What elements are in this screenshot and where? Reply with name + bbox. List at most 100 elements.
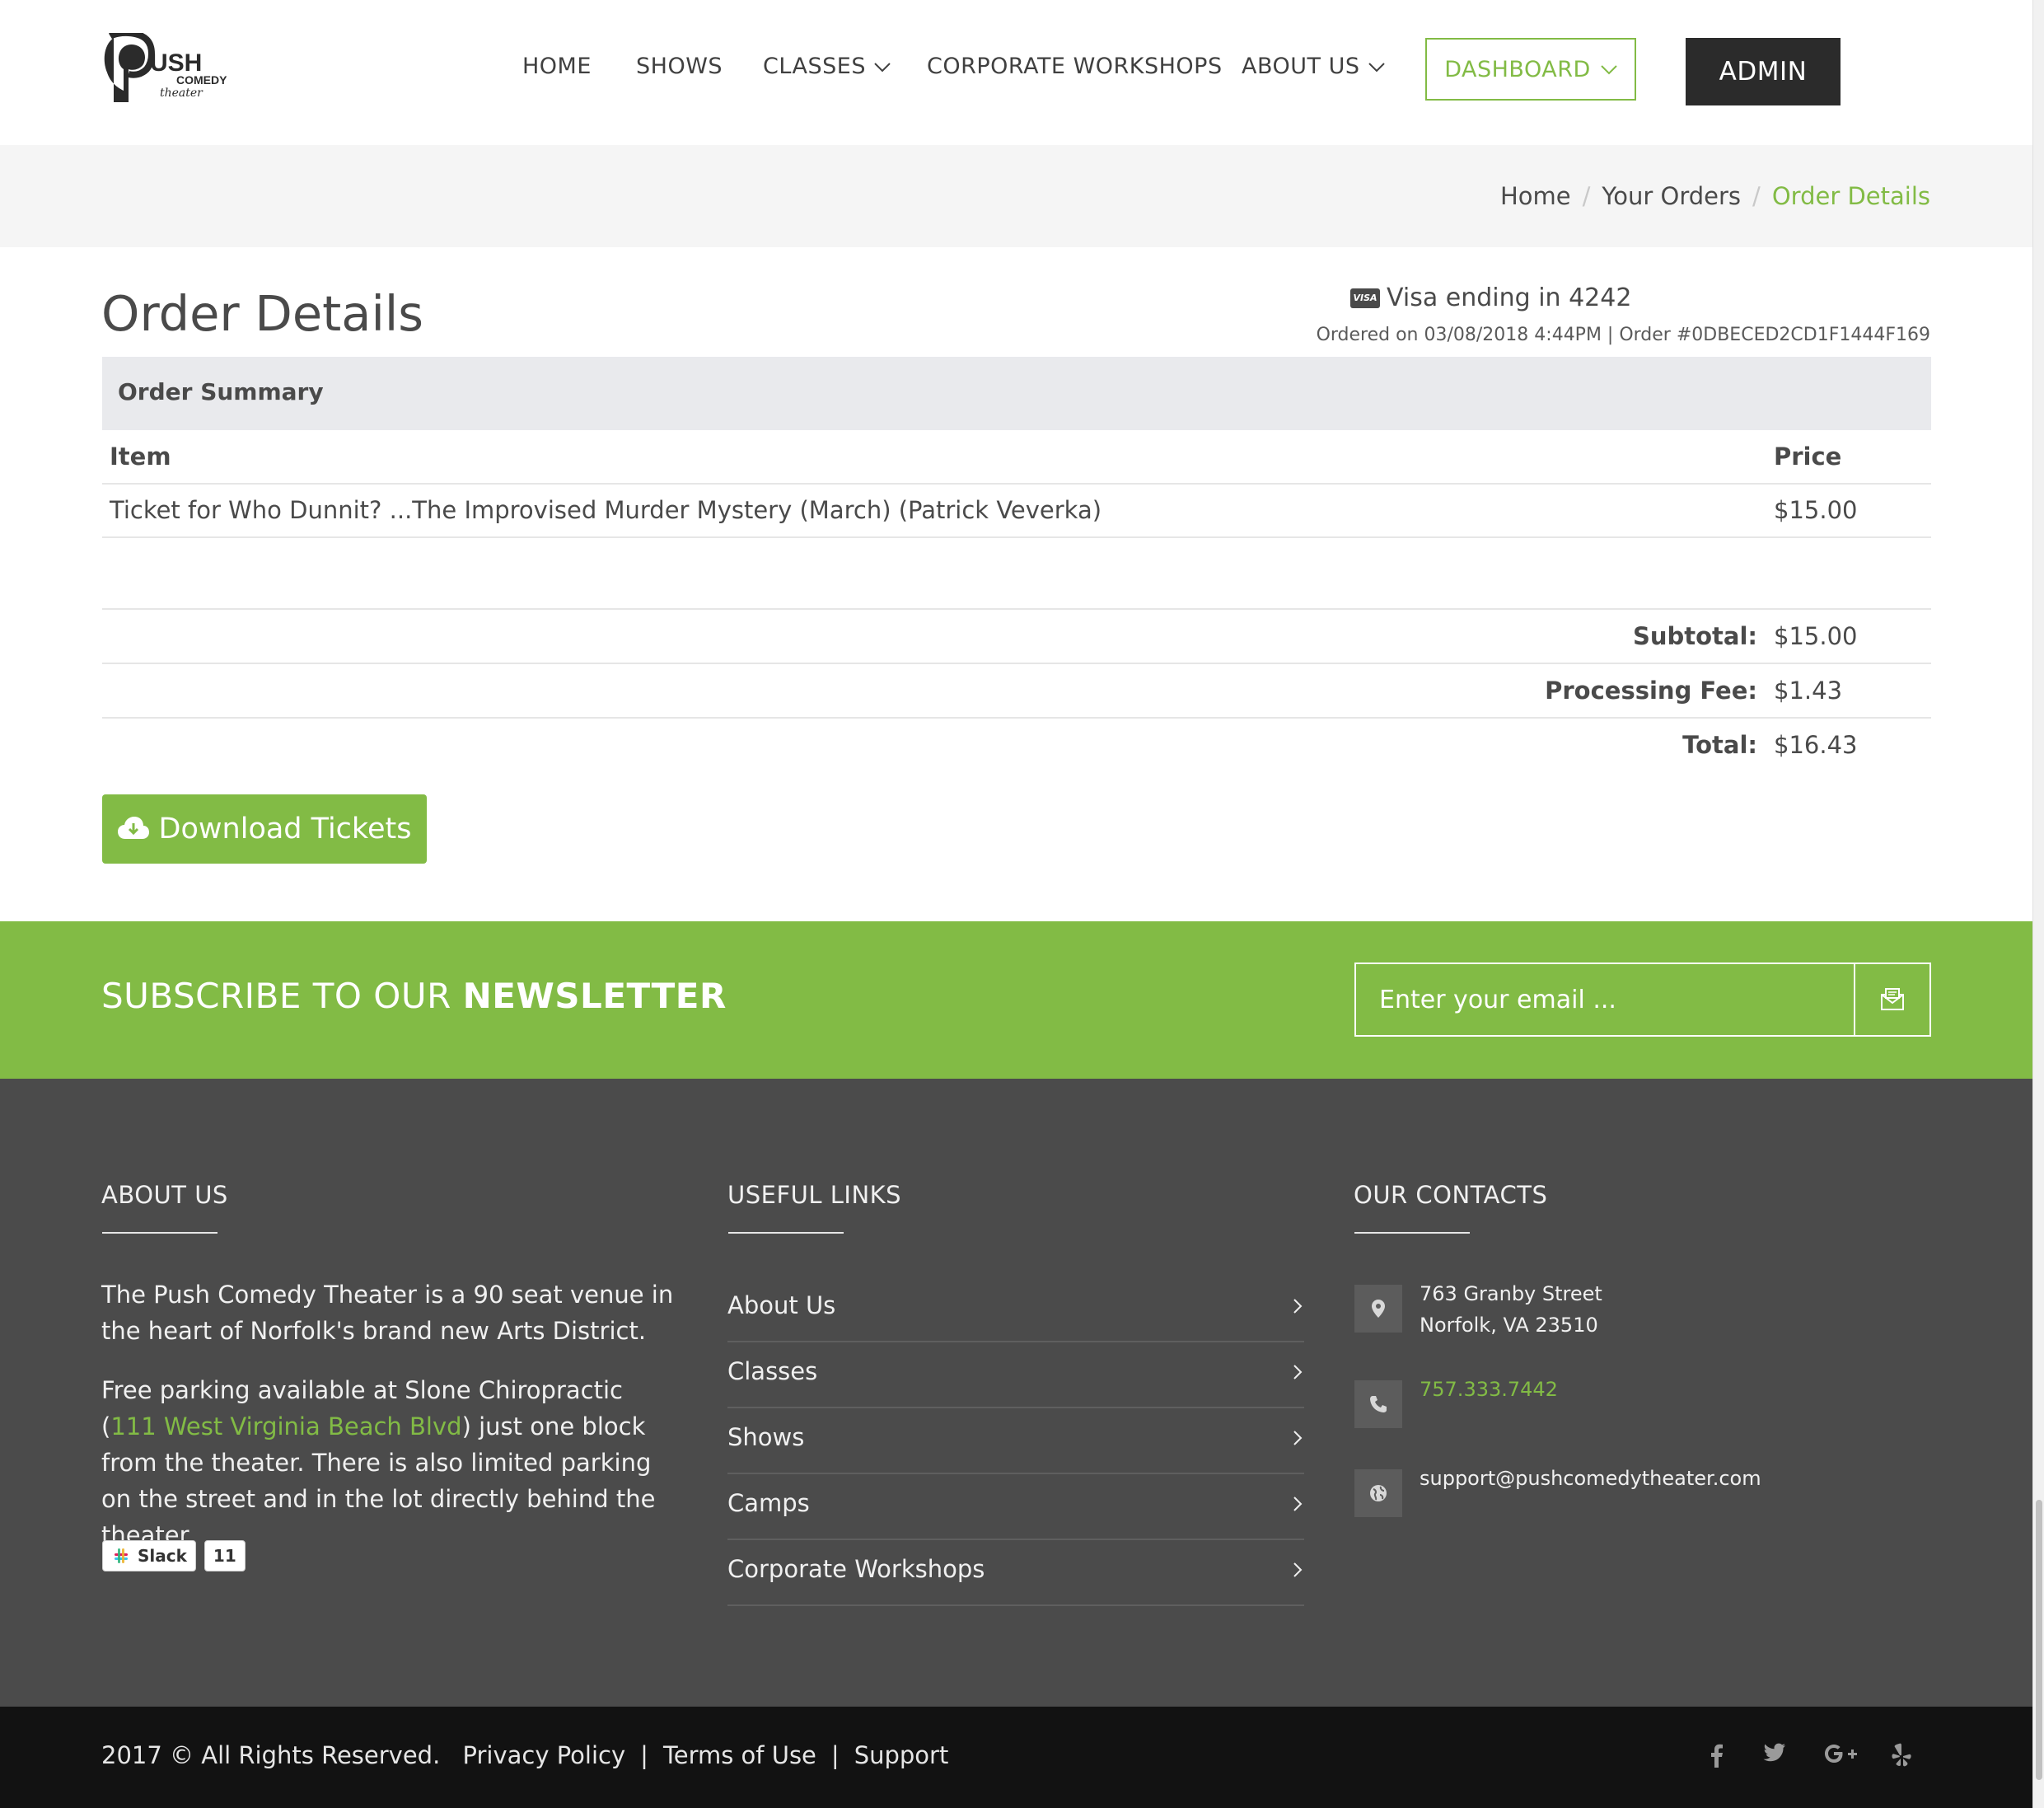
phone-icon	[1354, 1380, 1402, 1428]
subtotal-label: Subtotal:	[1632, 622, 1757, 650]
download-tickets-label: Download Tickets	[158, 813, 412, 845]
breadcrumb: Home / Your Orders / Order Details	[1500, 180, 1930, 213]
support-link[interactable]: Support	[854, 1741, 949, 1769]
nav-home[interactable]: HOME	[522, 53, 592, 81]
facebook-icon[interactable]	[1710, 1743, 1724, 1771]
footer-parking-address-link[interactable]: 111 West Virginia Beach Blvd	[110, 1412, 461, 1440]
order-summary-title: Order Summary	[118, 378, 324, 405]
chevron-down-icon	[1368, 52, 1385, 80]
nav-corporate-workshops[interactable]: CORPORATE WORKSHOPS	[927, 53, 1223, 81]
nav-classes-label: CLASSES	[763, 54, 866, 79]
footer-about-text: The Push Comedy Theater is a 90 seat ven…	[101, 1281, 674, 1345]
footer-title-underline	[728, 1232, 844, 1234]
footer-link-classes[interactable]: Classes	[727, 1342, 1304, 1408]
footer-contacts-title: OUR CONTACTS	[1354, 1181, 1548, 1209]
visa-card-icon: VISA	[1350, 288, 1380, 308]
table-divider	[102, 608, 1931, 610]
chevron-down-icon	[874, 52, 891, 80]
chevron-right-icon	[1293, 1562, 1303, 1581]
nav-shows[interactable]: SHOWS	[636, 53, 723, 81]
newsletter-submit-button[interactable]	[1854, 964, 1929, 1035]
footer-link-shows[interactable]: Shows	[727, 1408, 1304, 1474]
envelope-icon	[1881, 988, 1904, 1010]
slack-icon	[115, 1548, 128, 1563]
breadcrumb-current: Order Details	[1771, 182, 1930, 210]
footer-parking-text: Free parking available at Slone Chiropra…	[101, 1372, 678, 1553]
order-meta: Ordered on 03/08/2018 4:44PM | Order #0D…	[1316, 325, 1930, 345]
terms-of-use-link[interactable]: Terms of Use	[663, 1741, 816, 1769]
bottom-links: 2017 © All Rights Reserved. Privacy Poli…	[101, 1741, 948, 1769]
push-comedy-logo[interactable]: USH COMEDY theater	[102, 29, 227, 102]
chevron-right-icon	[1293, 1364, 1303, 1384]
site-header: USH COMEDY theater HOME SHOWS CLASSES CO…	[0, 0, 2032, 145]
footer-link-camps[interactable]: Camps	[727, 1474, 1304, 1540]
footer-title-underline	[102, 1232, 217, 1234]
page: USH COMEDY theater HOME SHOWS CLASSES CO…	[0, 0, 2044, 1808]
slack-widget[interactable]: Slack 11	[102, 1540, 246, 1571]
dashboard-label: DASHBOARD	[1444, 56, 1591, 82]
nav-about-us[interactable]: ABOUT US	[1242, 53, 1385, 81]
footer-link-label: Camps	[727, 1489, 810, 1517]
footer-about-title: ABOUT US	[101, 1181, 228, 1209]
bottom-separator: |	[640, 1741, 648, 1769]
payment-text: Visa ending in 4242	[1387, 283, 1632, 312]
newsletter-title: SUBSCRIBE TO OUR NEWSLETTER	[101, 976, 727, 1016]
table-divider	[102, 717, 1931, 719]
table-divider	[102, 483, 1931, 485]
footer-link-about-us[interactable]: About Us	[727, 1276, 1304, 1342]
chevron-right-icon	[1293, 1430, 1303, 1450]
page-scrollbar[interactable]	[2032, 0, 2044, 1808]
contact-email-link[interactable]: support@pushcomedytheater.com	[1420, 1463, 1761, 1494]
globe-icon	[1354, 1469, 1402, 1517]
contact-address-line1: 763 Granby Street	[1420, 1282, 1602, 1305]
site-footer: ABOUT US The Push Comedy Theater is a 90…	[0, 1079, 2032, 1707]
chevron-right-icon	[1293, 1298, 1303, 1318]
breadcrumb-separator: /	[1752, 182, 1761, 210]
footer-links-title: USEFUL LINKS	[727, 1181, 902, 1209]
contact-phone-link[interactable]: 757.333.7442	[1420, 1374, 1558, 1405]
footer-link-label: Shows	[727, 1423, 805, 1451]
newsletter-section: SUBSCRIBE TO OUR NEWSLETTER	[0, 921, 2032, 1079]
breadcrumb-your-orders[interactable]: Your Orders	[1602, 180, 1741, 213]
chevron-down-icon	[1601, 55, 1617, 81]
column-header-item: Item	[110, 443, 171, 471]
slack-count: 11	[203, 1540, 246, 1571]
nav-about-us-label: ABOUT US	[1242, 54, 1360, 79]
column-header-price: Price	[1774, 443, 1842, 471]
bottom-bar: 2017 © All Rights Reserved. Privacy Poli…	[0, 1707, 2032, 1808]
processing-fee-label: Processing Fee:	[1545, 677, 1757, 705]
twitter-icon[interactable]	[1763, 1743, 1786, 1766]
newsletter-email-input[interactable]	[1356, 964, 1854, 1035]
slack-button[interactable]: Slack	[102, 1540, 196, 1571]
footer-link-label: Classes	[727, 1357, 818, 1385]
dashboard-button[interactable]: DASHBOARD	[1425, 38, 1636, 101]
scrollbar-thumb[interactable]	[2036, 1500, 2042, 1780]
processing-fee-value: $1.43	[1774, 677, 1843, 705]
privacy-policy-link[interactable]: Privacy Policy	[463, 1741, 626, 1769]
breadcrumb-home[interactable]: Home	[1500, 180, 1571, 213]
yelp-icon[interactable]	[1892, 1743, 1911, 1771]
footer-link-corporate-workshops[interactable]: Corporate Workshops	[727, 1540, 1304, 1606]
page-title: Order Details	[101, 285, 423, 342]
bottom-separator: |	[830, 1741, 840, 1769]
copyright-text: 2017 © All Rights Reserved.	[101, 1741, 441, 1769]
download-tickets-button[interactable]: Download Tickets	[102, 794, 427, 864]
breadcrumb-separator: /	[1582, 182, 1591, 210]
footer-title-underline	[1354, 1232, 1470, 1234]
cloud-download-icon	[117, 817, 149, 839]
slack-label: Slack	[138, 1546, 187, 1566]
contact-address-line2: Norfolk, VA 23510	[1420, 1314, 1598, 1337]
google-plus-icon[interactable]	[1824, 1743, 1857, 1768]
breadcrumb-bar: Home / Your Orders / Order Details	[0, 145, 2032, 247]
footer-link-label: About Us	[727, 1291, 836, 1319]
table-divider	[102, 536, 1931, 538]
order-item-price: $15.00	[1774, 496, 1858, 524]
total-label: Total:	[1682, 731, 1757, 759]
newsletter-title-light: SUBSCRIBE TO OUR	[101, 976, 463, 1016]
footer-link-label: Corporate Workshops	[727, 1555, 985, 1583]
chevron-right-icon	[1293, 1496, 1303, 1515]
nav-classes[interactable]: CLASSES	[763, 53, 891, 81]
newsletter-form	[1354, 963, 1931, 1037]
logo-script: theater	[160, 87, 203, 100]
admin-button[interactable]: ADMIN	[1686, 38, 1841, 105]
